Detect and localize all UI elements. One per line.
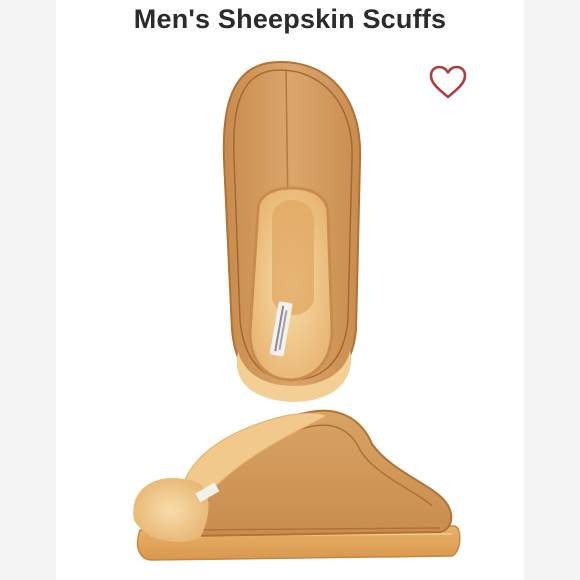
favorite-heart-icon[interactable]: [428, 64, 468, 100]
slipper-top-view: [222, 60, 362, 402]
slipper-side-view: [133, 409, 461, 561]
product-image: [133, 60, 461, 561]
